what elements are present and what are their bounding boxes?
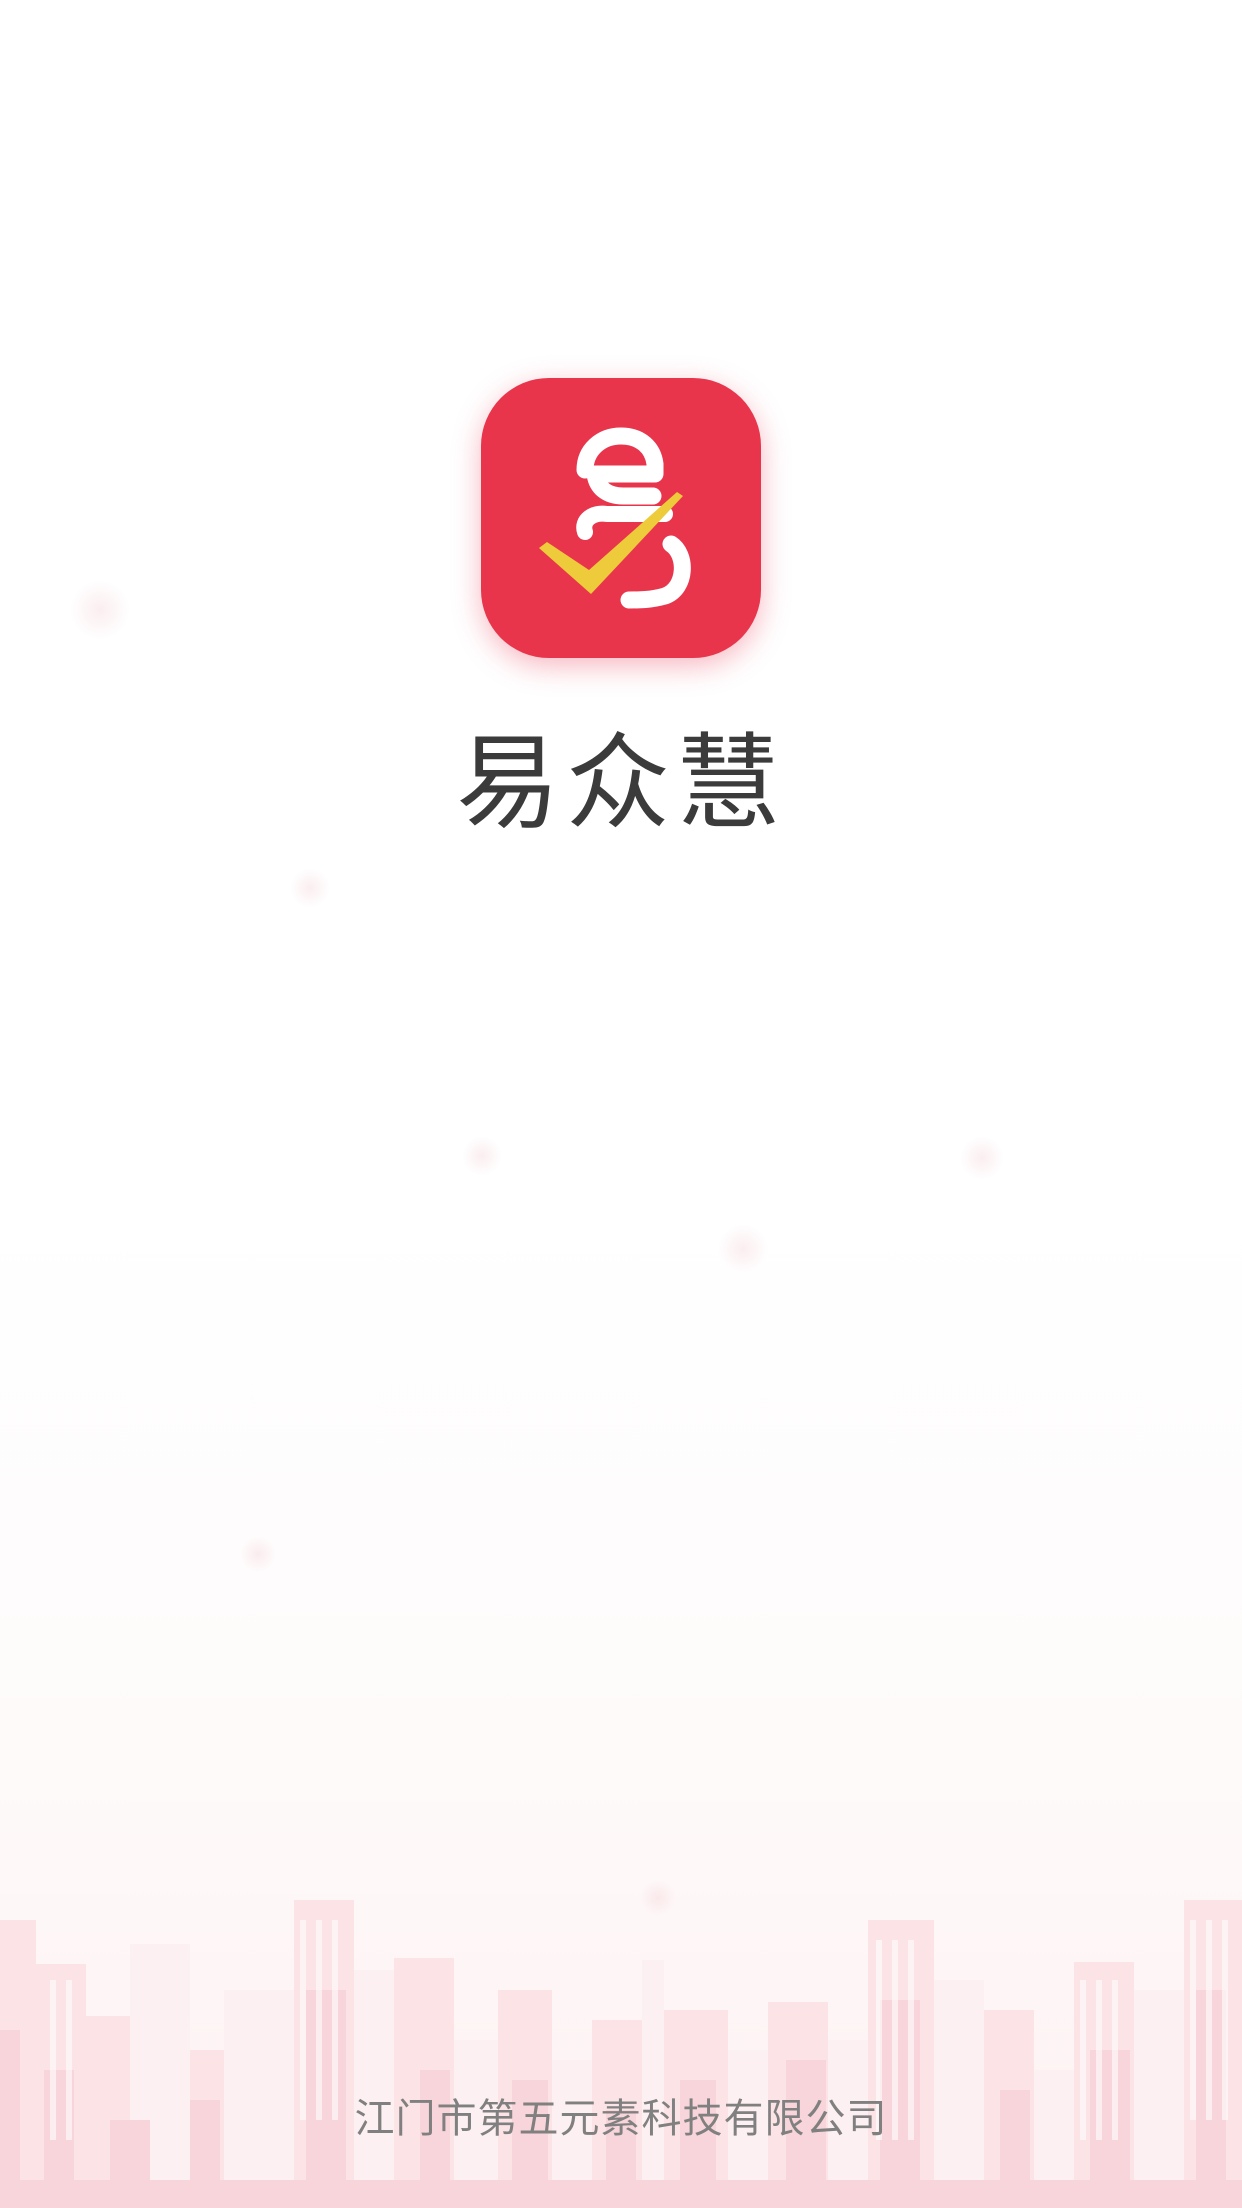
- yi-checkmark-logo-icon: [539, 427, 691, 609]
- company-name-footer: 江门市第五元素科技有限公司: [354, 2096, 888, 2142]
- app-logo-icon: [481, 378, 761, 658]
- splash-screen: 易众慧 江门市第五元素科技有限公司: [0, 0, 1242, 2208]
- app-name-title: 易众慧: [455, 722, 786, 844]
- bokeh-dot: [70, 580, 130, 640]
- bokeh-dot: [960, 1136, 1004, 1180]
- bokeh-dot: [240, 1536, 276, 1572]
- city-skyline-illustration: [0, 1900, 1242, 2208]
- bokeh-dot: [462, 1136, 502, 1176]
- bokeh-dot: [290, 868, 330, 908]
- bokeh-dot: [718, 1224, 768, 1274]
